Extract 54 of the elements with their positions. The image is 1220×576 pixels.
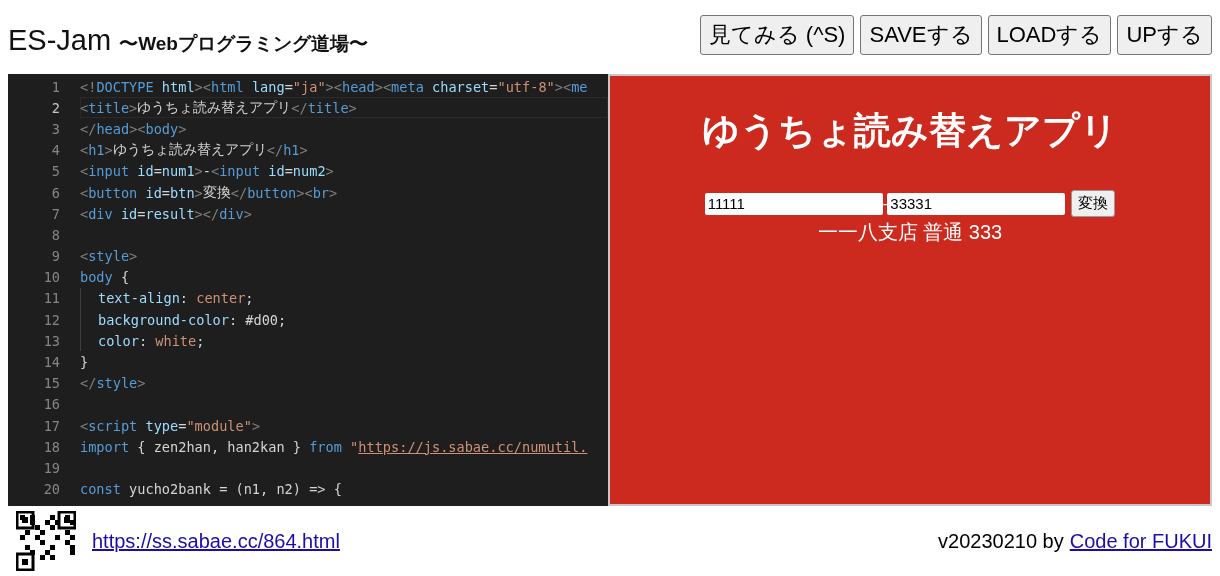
qr-code-icon: [16, 511, 76, 571]
line-number: 11: [42, 290, 61, 307]
code-line: }: [80, 353, 90, 373]
line-number: 12: [42, 311, 61, 328]
line-number: 9: [50, 248, 61, 265]
code-line: <script type="module">: [80, 416, 262, 436]
line-number: 3: [50, 120, 61, 137]
line-number: 10: [42, 269, 61, 286]
line-number: 2: [50, 99, 61, 116]
line-number: 6: [50, 184, 61, 201]
line-number: 7: [50, 205, 61, 222]
code-line: <!DOCTYPE html><html lang="ja"><head><meta charset="utf-8"><me: [80, 77, 589, 97]
code-line: import { zen2han, han2kan } from "https://js.sabae.cc/numutil.: [80, 437, 589, 457]
separator: -: [882, 195, 888, 212]
credit-link[interactable]: Code for FUKUI: [1069, 529, 1212, 553]
preview-heading: ゆうちょ読み替えアプリ: [702, 109, 1118, 153]
code-line: <div id=result></div>: [80, 204, 253, 224]
line-number: 19: [42, 459, 61, 476]
code-line: text-align: center;: [80, 287, 608, 310]
input-field[interactable]: 33331: [887, 192, 1066, 215]
toolbar-button[interactable]: 見てみる (^S): [699, 15, 855, 55]
code-line: <h1>ゆうちょ読み替えアプリ</h1>: [80, 140, 309, 161]
code-line: body {: [80, 268, 131, 288]
code-editor[interactable]: [8, 74, 608, 506]
line-number: 16: [42, 396, 61, 413]
app-title: ES-Jam: [8, 23, 112, 57]
code-line: <style>: [80, 247, 139, 267]
code-line: const yucho2bank = (n1, n2) => {: [80, 480, 343, 500]
input-field[interactable]: 11111: [704, 192, 883, 215]
convert-button[interactable]: 変換: [1071, 190, 1116, 217]
line-number: 5: [50, 163, 61, 180]
code-line: color: white;: [80, 330, 608, 352]
line-number: 8: [50, 226, 61, 243]
toolbar-button[interactable]: SAVEする: [860, 15, 982, 55]
code-line: <title>ゆうちょ読み替えアプリ</title>: [80, 97, 608, 119]
page-link[interactable]: https://ss.sabae.cc/864.html: [92, 529, 340, 553]
line-number: 1: [50, 78, 61, 95]
result-text: 一一八支店 普通 333: [817, 220, 1003, 245]
line-number: 20: [42, 481, 61, 498]
line-number: 15: [42, 375, 61, 392]
line-number: 13: [42, 332, 61, 349]
app-subtitle: 〜Webプログラミング道場〜: [119, 31, 368, 56]
code-line: <button id=btn>変換</button><br>: [80, 182, 339, 203]
toolbar-button[interactable]: UPする: [1117, 15, 1212, 55]
code-line: </head><body>: [80, 119, 188, 139]
code-line: background-color: #d00;: [80, 309, 608, 331]
line-number: 18: [42, 438, 61, 455]
code-line: </style>: [80, 374, 147, 394]
line-number: 17: [42, 417, 61, 434]
toolbar-button[interactable]: LOADする: [987, 15, 1112, 55]
line-number: 4: [50, 142, 61, 159]
line-number: 14: [42, 354, 61, 371]
version-text: v20230210 by: [938, 529, 1064, 553]
code-line: <input id=num1>-<input id=num2>: [80, 162, 335, 182]
